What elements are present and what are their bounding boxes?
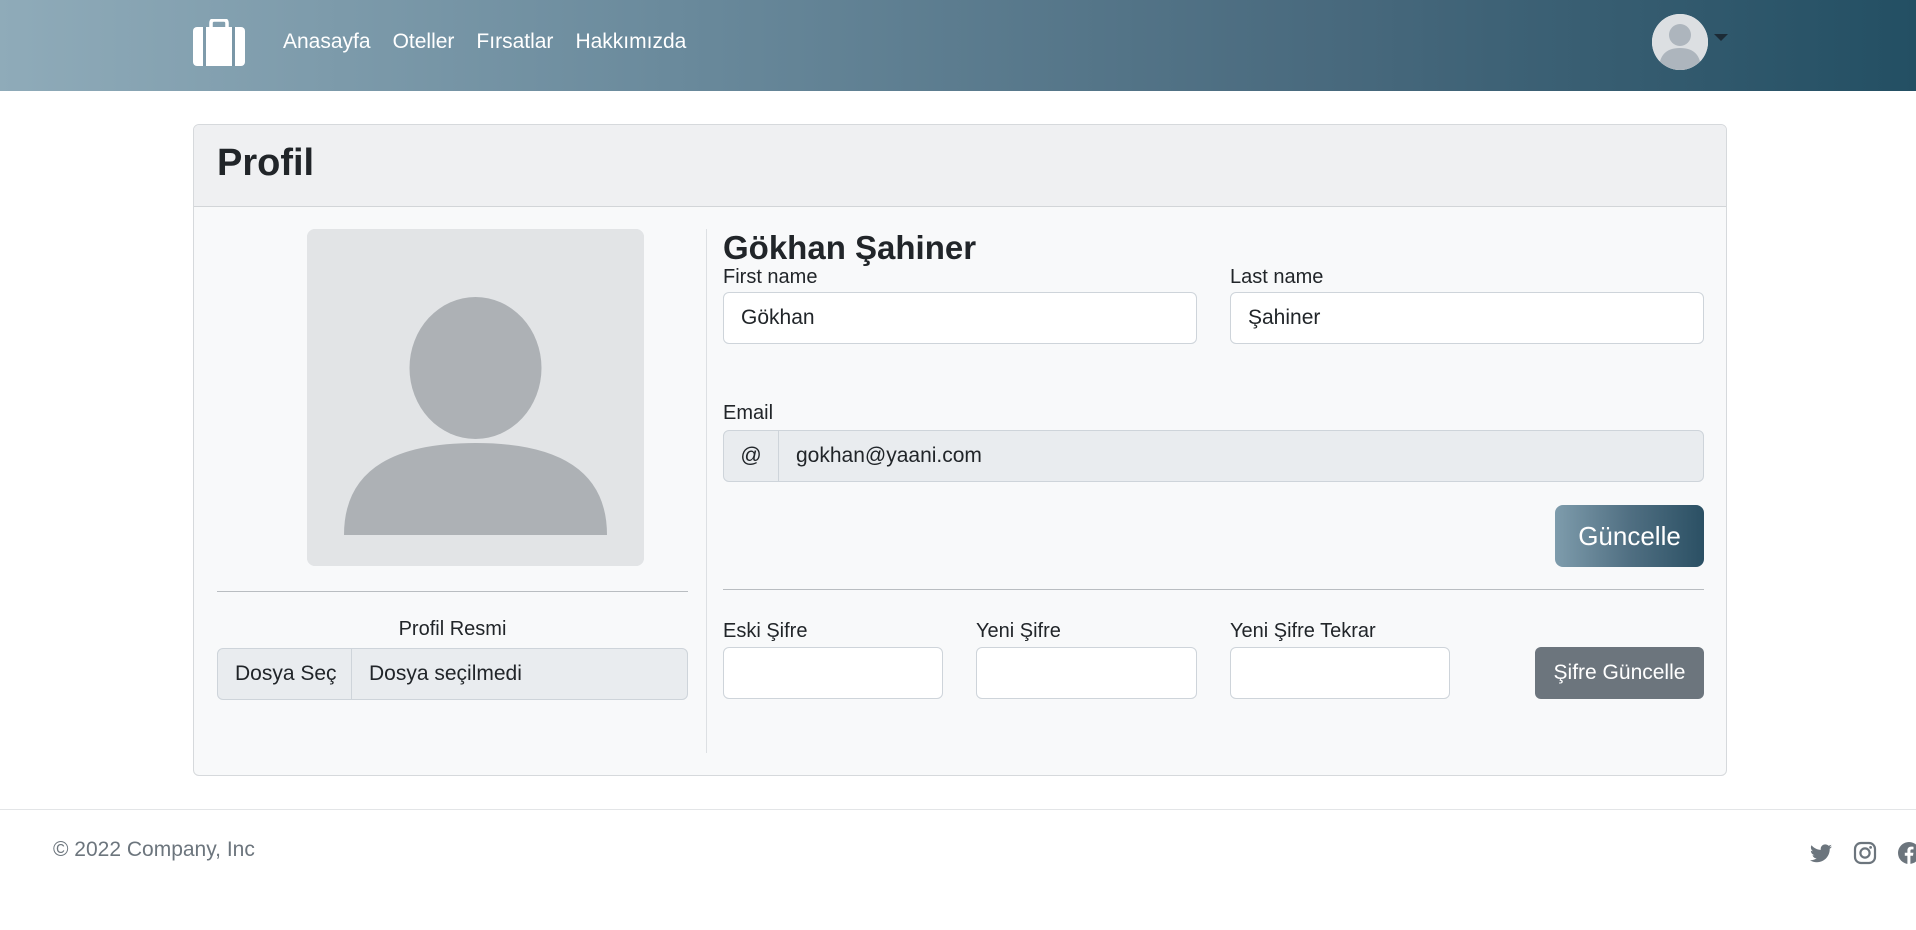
- file-input[interactable]: Dosya Seç Dosya seçilmedi: [217, 648, 688, 700]
- old-password-label: Eski Şifre: [723, 620, 808, 642]
- user-full-name: Gökhan Şahiner: [723, 229, 977, 266]
- new-password-input[interactable]: [976, 647, 1197, 699]
- update-password-button[interactable]: Şifre Güncelle: [1535, 647, 1704, 699]
- twitter-icon[interactable]: [1809, 841, 1833, 865]
- profile-photo: [307, 229, 644, 566]
- top-navbar: Anasayfa Oteller Fırsatlar Hakkımızda: [0, 0, 1916, 91]
- divider: [217, 591, 688, 592]
- new-password-repeat-label: Yeni Şifre Tekrar: [1230, 620, 1376, 642]
- new-password-repeat-input[interactable]: [1230, 647, 1450, 699]
- divider: [723, 589, 1704, 590]
- photo-label: Profil Resmi: [398, 618, 507, 640]
- last-name-label: Last name: [1230, 266, 1324, 288]
- last-name-input[interactable]: Şahiner: [1230, 292, 1704, 344]
- briefcase-icon[interactable]: [192, 18, 246, 67]
- old-password-input[interactable]: [723, 647, 943, 699]
- copyright: © 2022 Company, Inc: [53, 838, 255, 861]
- page-title: Profil: [217, 142, 315, 184]
- profile-card: Profil Profil Resmi Dosya Seç Dosya seçi…: [193, 124, 1727, 776]
- first-name-input[interactable]: Gökhan: [723, 292, 1197, 344]
- column-divider: [706, 229, 707, 753]
- card-header: Profil: [194, 125, 1726, 207]
- choose-file-button[interactable]: Dosya Seç: [218, 649, 352, 699]
- new-password-label: Yeni Şifre: [976, 620, 1061, 642]
- first-name-label: First name: [723, 266, 818, 288]
- instagram-icon[interactable]: [1853, 841, 1877, 865]
- email-value[interactable]: gokhan@yaani.com: [779, 431, 1703, 481]
- nav-links: Anasayfa Oteller Fırsatlar Hakkımızda: [283, 29, 708, 55]
- user-avatar-icon[interactable]: [1652, 14, 1708, 70]
- email-prefix: @: [724, 431, 779, 481]
- facebook-icon[interactable]: [1897, 841, 1916, 865]
- nav-link-anasayfa[interactable]: Anasayfa: [283, 29, 371, 55]
- email-field[interactable]: @ gokhan@yaani.com: [723, 430, 1704, 482]
- nav-link-hakkimizda[interactable]: Hakkımızda: [575, 29, 686, 55]
- chevron-down-icon[interactable]: [1714, 34, 1728, 41]
- user-placeholder-icon: [307, 229, 644, 566]
- nav-link-oteller[interactable]: Oteller: [393, 29, 455, 55]
- nav-link-firsatlar[interactable]: Fırsatlar: [476, 29, 553, 55]
- email-label: Email: [723, 402, 774, 424]
- update-button[interactable]: Güncelle: [1555, 505, 1704, 567]
- file-status: Dosya seçilmedi: [369, 662, 522, 685]
- footer-divider: [0, 809, 1916, 810]
